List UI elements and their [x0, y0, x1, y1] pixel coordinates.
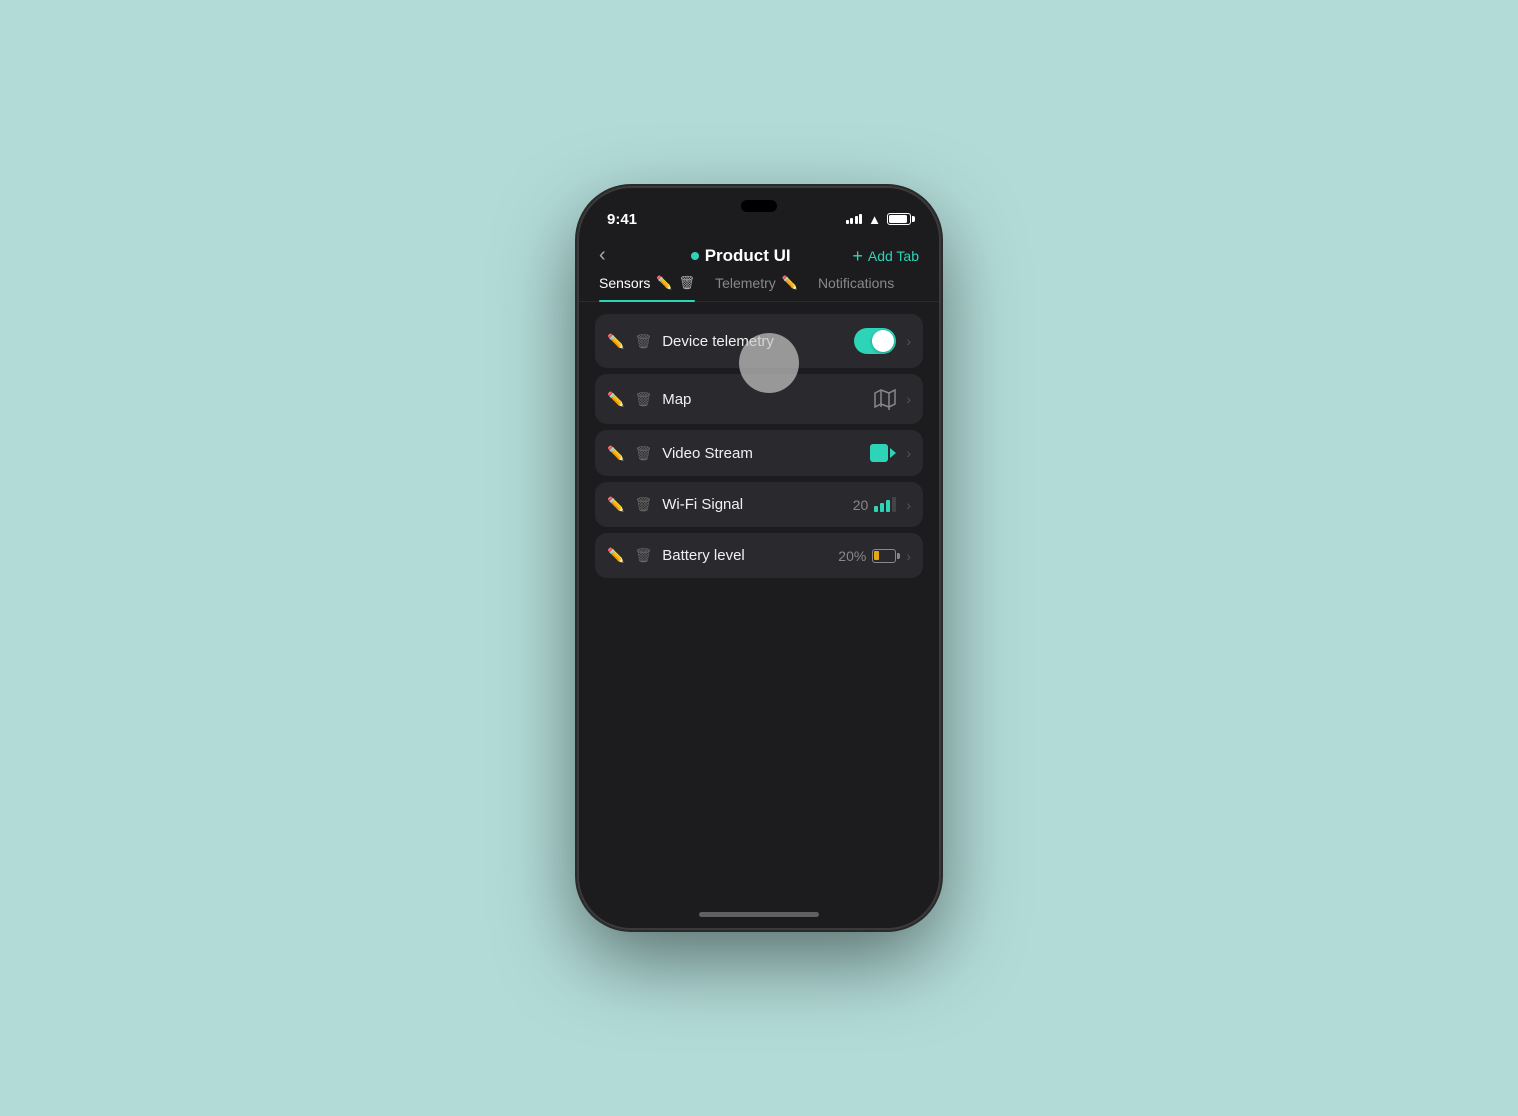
back-button[interactable]: ‹: [599, 244, 629, 267]
wifi-icon: ▲: [868, 212, 881, 227]
item-label: Map: [662, 391, 864, 408]
tab-telemetry[interactable]: Telemetry ✏️: [715, 275, 798, 301]
add-tab-label: Add Tab: [868, 248, 919, 264]
nav-title: Product UI: [629, 246, 852, 266]
phone-frame: 9:41 ▲ ‹ Product UI: [579, 188, 939, 928]
telemetry-edit-icon[interactable]: ✏️: [782, 275, 798, 291]
battery-icon: [887, 213, 911, 225]
nav-bar: ‹ Product UI + Add Tab: [579, 236, 939, 275]
chevron-right-icon: ›: [906, 548, 911, 564]
toggle-switch[interactable]: [854, 328, 896, 354]
home-bar: [699, 912, 819, 917]
item-value-map: [874, 388, 896, 410]
tab-notifications-label: Notifications: [818, 275, 894, 291]
status-dot: [691, 252, 699, 260]
item-value-toggle[interactable]: [854, 328, 896, 354]
list-item: ✏️ 🗑 Map ›: [595, 374, 923, 424]
tabs-bar: Sensors ✏️ 🗑 Telemetry ✏️ Notifications: [579, 275, 939, 302]
item-value-signal: 20: [853, 497, 897, 513]
home-indicator: [579, 900, 939, 928]
signal-bars-icon: [846, 214, 863, 224]
item-edit-icon[interactable]: ✏️: [607, 391, 624, 408]
video-icon: [870, 444, 896, 462]
item-label: Battery level: [662, 547, 828, 564]
add-tab-button[interactable]: + Add Tab: [852, 247, 919, 265]
item-edit-icon[interactable]: ✏️: [607, 445, 624, 462]
trash-icon[interactable]: 🗑: [679, 275, 696, 291]
item-trash-icon[interactable]: 🗑: [634, 333, 652, 350]
list-item: ✏️ 🗑 Battery level 20% ›: [595, 533, 923, 578]
chevron-right-icon: ›: [906, 333, 911, 349]
item-value-video: [870, 444, 896, 462]
edit-icon[interactable]: ✏️: [656, 275, 672, 291]
battery-value-text: 20%: [838, 548, 866, 564]
item-trash-icon[interactable]: 🗑: [634, 547, 652, 564]
list-item: ✏️ 🗑 Device telemetry ›: [595, 314, 923, 368]
chevron-right-icon: ›: [906, 497, 911, 513]
plus-icon: +: [852, 247, 863, 265]
list-item: ✏️ 🗑 Video Stream ›: [595, 430, 923, 476]
map-icon: [874, 388, 896, 410]
toggle-knob: [872, 330, 894, 352]
item-value-battery: 20%: [838, 548, 896, 564]
item-trash-icon[interactable]: 🗑: [634, 445, 652, 462]
status-bar: 9:41 ▲: [579, 188, 939, 236]
item-edit-icon[interactable]: ✏️: [607, 547, 624, 564]
item-edit-icon[interactable]: ✏️: [607, 333, 624, 350]
item-trash-icon[interactable]: 🗑: [634, 496, 652, 513]
tab-sensors-label: Sensors: [599, 275, 650, 291]
chevron-right-icon: ›: [906, 445, 911, 461]
page-title: Product UI: [705, 246, 791, 266]
phone-screen: 9:41 ▲ ‹ Product UI: [579, 188, 939, 928]
content-list: ✏️ 🗑 Device telemetry › ✏️ 🗑 Map: [579, 302, 939, 900]
signal-value-text: 20: [853, 497, 869, 513]
tab-notifications[interactable]: Notifications: [818, 275, 894, 301]
battery-small-icon: [872, 549, 896, 563]
tab-telemetry-label: Telemetry: [715, 275, 776, 291]
chevron-right-icon: ›: [906, 391, 911, 407]
item-label: Wi-Fi Signal: [662, 496, 843, 513]
item-edit-icon[interactable]: ✏️: [607, 496, 624, 513]
item-label: Video Stream: [662, 445, 860, 462]
status-time: 9:41: [607, 211, 637, 228]
status-icons: ▲: [846, 212, 911, 227]
dynamic-island: [741, 200, 777, 212]
list-item: ✏️ 🗑 Wi-Fi Signal 20 ›: [595, 482, 923, 527]
item-label: Device telemetry: [662, 333, 844, 350]
wifi-signal-icon: [874, 497, 896, 512]
tab-sensors[interactable]: Sensors ✏️ 🗑: [599, 275, 695, 301]
item-trash-icon[interactable]: 🗑: [634, 391, 652, 408]
